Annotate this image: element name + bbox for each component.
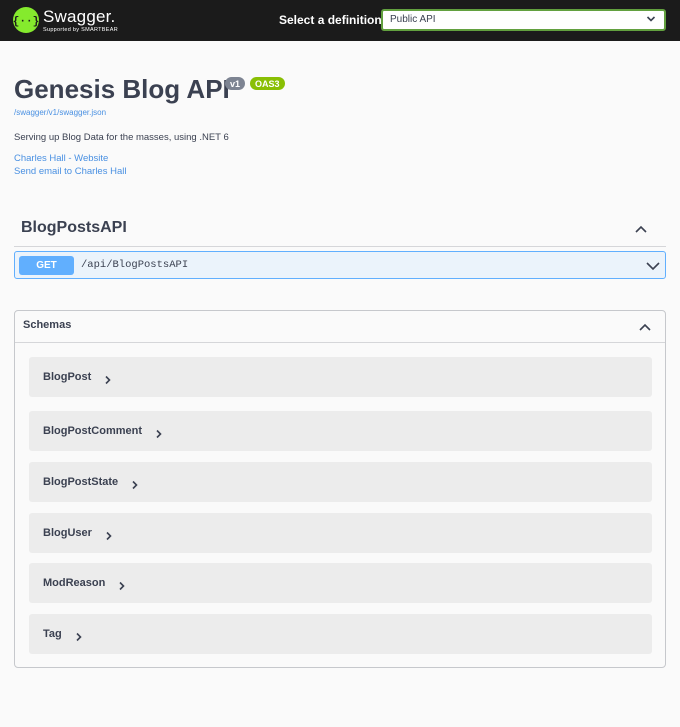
chevron-up-icon[interactable]: [637, 320, 653, 338]
api-description: Serving up Blog Data for the masses, usi…: [14, 132, 229, 143]
chevron-right-icon: [105, 528, 113, 546]
operation-get-blogpostsapi[interactable]: GET /api/BlogPostsAPI: [14, 251, 666, 279]
definition-select[interactable]: Public API: [381, 9, 666, 31]
chevron-down-icon[interactable]: [645, 259, 661, 277]
schema-model[interactable]: BlogPostComment: [29, 411, 652, 451]
schema-model-name: ModReason: [43, 577, 106, 589]
chevron-down-icon: [646, 14, 656, 27]
schema-model[interactable]: ModReason: [29, 563, 652, 603]
schemas-header[interactable]: Schemas: [15, 311, 665, 343]
swagger-logo-icon[interactable]: {··}: [13, 7, 39, 33]
brand-name[interactable]: Swagger.: [43, 7, 115, 27]
schema-model-name: BlogUser: [43, 527, 92, 539]
schema-model[interactable]: BlogPostState: [29, 462, 652, 502]
operation-path: /api/BlogPostsAPI: [81, 259, 189, 271]
schema-model-name: BlogPost: [43, 371, 92, 383]
schemas-section: Schemas BlogPost BlogPostComment BlogPos…: [14, 310, 666, 668]
schema-model[interactable]: Tag: [29, 614, 652, 654]
schema-model-name: BlogPostState: [43, 476, 119, 488]
tag-divider: [14, 246, 666, 247]
chevron-up-icon[interactable]: [633, 222, 649, 240]
brand-subtitle: Supported by SMARTBEAR: [43, 27, 118, 33]
tag-title[interactable]: BlogPostsAPI: [21, 219, 127, 237]
chevron-right-icon: [131, 477, 139, 495]
spec-url-link[interactable]: /swagger/v1/swagger.json: [14, 108, 106, 117]
schema-model-name: Tag: [43, 628, 62, 640]
definition-selected-value: Public API: [390, 14, 436, 25]
schemas-title: Schemas: [23, 319, 72, 331]
chevron-right-icon: [75, 629, 83, 647]
contact-website-link[interactable]: Charles Hall - Website: [14, 153, 108, 164]
svg-text:{··}: {··}: [13, 16, 39, 28]
schema-model[interactable]: BlogUser: [29, 513, 652, 553]
chevron-right-icon: [155, 426, 163, 444]
version-badge: v1: [225, 77, 246, 90]
definition-label: Select a definition: [279, 13, 382, 27]
schema-model[interactable]: BlogPost: [29, 357, 652, 397]
api-title: Genesis Blog API: [14, 74, 230, 104]
oas-badge: OAS3: [250, 77, 285, 90]
contact-email-link[interactable]: Send email to Charles Hall: [14, 166, 126, 177]
method-badge: GET: [19, 256, 74, 275]
chevron-right-icon: [118, 578, 126, 596]
schema-model-name: BlogPostComment: [43, 425, 142, 437]
topbar: {··} Swagger. Supported by SMARTBEAR Sel…: [0, 0, 680, 41]
chevron-right-icon: [104, 372, 112, 390]
